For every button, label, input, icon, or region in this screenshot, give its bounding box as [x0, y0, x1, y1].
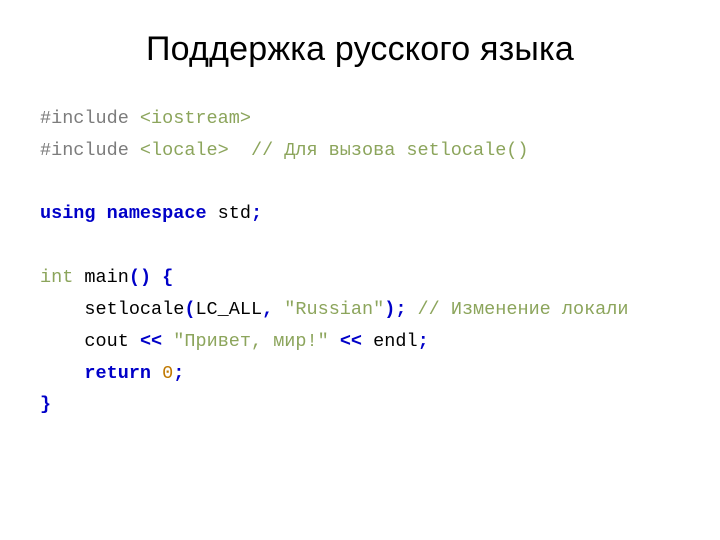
string-hello-world: "Привет, мир!" [173, 331, 328, 352]
spacer [362, 331, 373, 352]
keyword-namespace: namespace [107, 203, 207, 224]
spacer [151, 363, 162, 384]
code-block: #include <iostream> #include <locale> //… [40, 103, 680, 421]
header-locale: <locale> [140, 140, 229, 161]
semicolon: ; [418, 331, 429, 352]
indent [40, 363, 84, 384]
code-line-8: } [40, 394, 51, 415]
semicolon: ; [395, 299, 406, 320]
semicolon: ; [173, 363, 184, 384]
code-line-2: #include <locale> // Для вызова setlocal… [40, 140, 529, 161]
code-line-1: #include <iostream> [40, 108, 251, 129]
parentheses: () [129, 267, 151, 288]
slide-title: Поддержка русского языка [40, 30, 680, 69]
preprocessor-directive: #include [40, 108, 140, 129]
indent [40, 299, 84, 320]
type-int: int [40, 267, 73, 288]
brace-close: } [40, 394, 51, 415]
indent [40, 331, 84, 352]
brace-open: { [162, 267, 173, 288]
identifier-setlocale: setlocale [84, 299, 184, 320]
operator-insertion: << [340, 331, 362, 352]
number-zero: 0 [162, 363, 173, 384]
semicolon: ; [251, 203, 262, 224]
operator-insertion: << [140, 331, 162, 352]
spacer [96, 203, 107, 224]
spacer [207, 203, 218, 224]
spacer [162, 331, 173, 352]
paren-close: ) [384, 299, 395, 320]
spacer [151, 267, 162, 288]
identifier-cout: cout [84, 331, 128, 352]
spacer [229, 140, 251, 161]
comma: , [262, 299, 273, 320]
keyword-return: return [84, 363, 151, 384]
spacer [406, 299, 417, 320]
slide: Поддержка русского языка #include <iostr… [0, 0, 720, 540]
code-line-7: return 0; [40, 363, 184, 384]
code-line-6: cout << "Привет, мир!" << endl; [40, 331, 429, 352]
comment: // Изменение локали [418, 299, 629, 320]
identifier-std: std [218, 203, 251, 224]
comment: // Для вызова setlocale() [251, 140, 529, 161]
spacer [73, 267, 84, 288]
identifier-lc-all: LC_ALL [195, 299, 262, 320]
keyword-using: using [40, 203, 96, 224]
code-line-5: setlocale(LC_ALL, "Russian"); // Изменен… [40, 299, 628, 320]
code-line-4: int main() { [40, 267, 173, 288]
identifier-main: main [84, 267, 128, 288]
paren-open: ( [184, 299, 195, 320]
spacer [273, 299, 284, 320]
spacer [129, 331, 140, 352]
string-russian: "Russian" [284, 299, 384, 320]
spacer [329, 331, 340, 352]
preprocessor-directive: #include [40, 140, 140, 161]
header-iostream: <iostream> [140, 108, 251, 129]
code-line-3: using namespace std; [40, 203, 262, 224]
identifier-endl: endl [373, 331, 417, 352]
